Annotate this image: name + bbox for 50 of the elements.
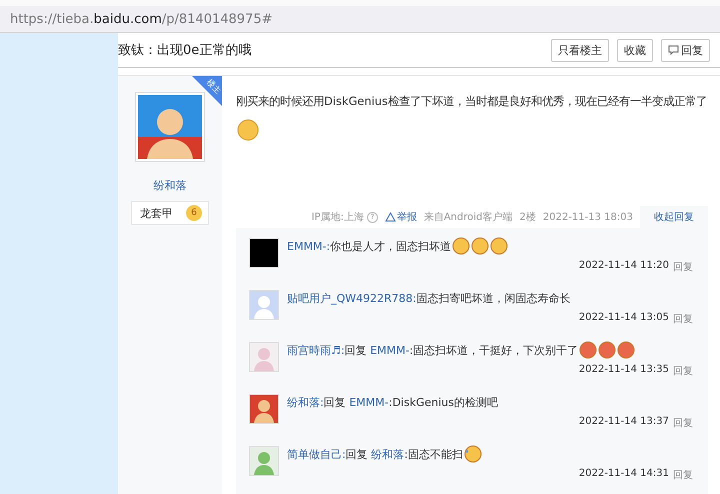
thread-button[interactable]: 只看楼主 <box>551 38 609 62</box>
user-link[interactable]: EMMM-: <box>287 240 330 252</box>
reply-text: 贴吧用户_QW4922R788:固态扫寄吧坏道，闲固态寿命长 <box>287 290 570 306</box>
url-text: https://tieba.baidu.com/p/8140148975# <box>10 12 272 26</box>
reply-text: 雨宫時雨♬:回复 EMMM-:固态扫坏道，干挺好，下次别干了 <box>287 342 578 358</box>
reply-link[interactable]: 回复 <box>673 364 693 378</box>
user-link[interactable]: 贴吧用户_QW4922R788: <box>287 292 416 304</box>
reply-link[interactable]: 回复 <box>673 468 693 482</box>
reply-text: 纷和落:回复 EMMM-:DiskGenius的检测吧 <box>287 394 498 410</box>
user-link[interactable]: EMMM- <box>370 344 410 356</box>
post-time: 2022-11-13 18:03 <box>542 212 633 222</box>
post-text: 刚买来的时候还用DiskGenius检查了下坏道，当时都是良好和优秀，现在已经有一半变成正常了 <box>236 88 708 206</box>
source-link[interactable]: 来自Android客户端 <box>424 210 512 224</box>
reply-time: 2022-11-14 13:05 <box>578 312 669 325</box>
user-link[interactable]: 纷和落: <box>287 396 324 408</box>
report-link[interactable]: 举报 <box>384 210 417 224</box>
thread-title: 致钛：出现0e正常的哦 <box>118 42 252 59</box>
emoji-icon <box>464 445 482 463</box>
reply-time: 2022-11-14 14:31 <box>578 468 669 481</box>
reply-time: 2022-11-14 13:35 <box>578 364 669 377</box>
emoji-icon <box>471 237 490 255</box>
emoji-icon <box>598 341 616 359</box>
reply-text: EMMM-:你也是人才，固态扫坏道 <box>287 238 452 254</box>
user-link[interactable]: 纷和落 <box>371 448 404 460</box>
reply-link[interactable]: 回复 <box>673 416 693 430</box>
emoji-icon <box>236 116 260 141</box>
collapse-replies-tab[interactable]: 收起回复 <box>640 206 708 228</box>
address-bar[interactable]: https://tieba.baidu.com/p/8140148975# <box>0 6 720 33</box>
emoji-icon <box>617 341 636 359</box>
floor-number: 2楼 <box>520 210 536 224</box>
ip-location: IP属地:上海 <box>311 210 364 224</box>
user-link[interactable]: 简单做自己: <box>287 448 346 460</box>
avatar[interactable] <box>249 238 279 268</box>
reply-link[interactable]: 回复 <box>673 312 693 326</box>
reply-time: 2022-11-14 13:37 <box>578 416 669 429</box>
author-name[interactable]: 纷和落 <box>154 178 186 193</box>
reply-link[interactable]: 回复 <box>673 260 693 274</box>
warning-icon <box>384 212 396 222</box>
emoji-icon <box>579 341 598 359</box>
user-link[interactable]: 雨宫時雨♬: <box>287 344 345 356</box>
comment-icon <box>668 45 679 55</box>
emoji-icon <box>452 237 470 255</box>
level-title: 龙套甲 <box>140 206 173 220</box>
reply-text: 简单做自己:回复 纷和落:固态不能扫 <box>287 446 463 462</box>
reply-time: 2022-11-14 11:20 <box>578 260 669 273</box>
reply-button[interactable]: 回复 <box>661 38 710 62</box>
level-badge: 6 <box>186 205 202 221</box>
user-link[interactable]: EMMM- <box>349 396 389 408</box>
emoji-icon <box>490 237 508 255</box>
thread-button[interactable]: 收藏 <box>617 38 653 62</box>
